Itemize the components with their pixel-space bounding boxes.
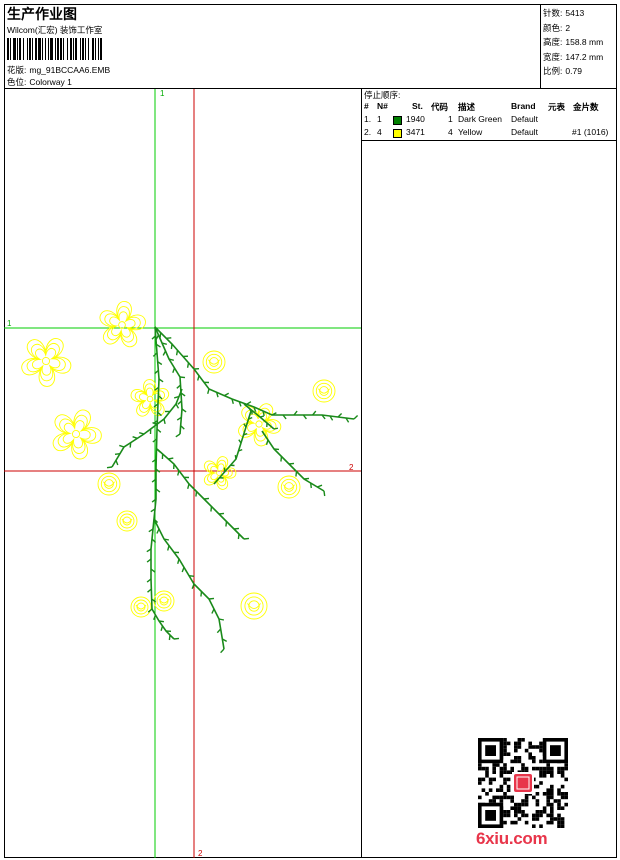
stem-branch <box>156 448 250 540</box>
row-desc: Yellow <box>458 127 483 137</box>
bud-icon <box>312 379 336 403</box>
stat-scale-value: 0.79 <box>565 66 582 77</box>
design-file-value: mg_91BCCAA6.EMB <box>29 65 111 75</box>
flower-icon <box>52 409 102 460</box>
stats-box: 针数: 5413 颜色: 2 高度: 158.8 mm 宽度: 147.2 mm 比例:… <box>541 4 617 89</box>
bud-icon <box>97 472 121 496</box>
row-n: 4 <box>377 127 382 137</box>
studio-name: Wilcom(汇宏) 装饰工作室 <box>7 25 103 35</box>
site-watermark: 6xiu.com <box>476 829 548 848</box>
barcode <box>7 38 102 60</box>
bud-icon <box>202 350 226 374</box>
col-header-unit: 元表 <box>548 102 566 112</box>
bud-icon <box>277 475 301 499</box>
row-brand: Default <box>511 127 538 137</box>
row-code: 1940 <box>406 114 425 124</box>
stat-height: 高度: 158.8 mm <box>543 35 603 50</box>
stat-scale: 比例: 0.79 <box>543 64 603 79</box>
stat-stitches: 针数: 5413 <box>543 6 603 21</box>
col-header-spangle: 金片数 <box>573 102 599 112</box>
stat-height-value: 158.8 mm <box>565 37 604 48</box>
flower-icon <box>21 338 72 387</box>
stop-sequence-panel: 停止顺序: # N# St. 代码 描述 Brand 元表 金片数 1. 1 1… <box>362 89 617 141</box>
stop-sequence-title: 停止顺序: <box>364 90 401 100</box>
row-n: 1 <box>377 114 382 124</box>
axis-label-right: 2 <box>349 463 354 472</box>
design-file-row: 花版: mg_91BCCAA6.EMB <box>7 64 110 76</box>
stat-scale-label: 比例: <box>543 66 563 77</box>
stem-motifs <box>106 326 359 654</box>
col-header-desc: 描述 <box>458 102 476 112</box>
flower-motifs <box>21 301 336 620</box>
qr-code-icon <box>478 738 568 828</box>
row-desc: Dark Green <box>458 114 502 124</box>
row-num: 1. <box>364 114 372 124</box>
bud-icon <box>153 590 175 612</box>
stat-width: 宽度: 147.2 mm <box>543 50 603 65</box>
colorway-row: 色位: Colorway 1 <box>7 76 72 88</box>
col-header-brand: Brand <box>511 101 536 111</box>
col-header-code: 代码 <box>431 102 449 112</box>
axis-label-left: 1 <box>7 319 12 328</box>
colorway-value: Colorway 1 <box>29 77 72 87</box>
row-spangle: #1 (1016) <box>572 127 609 137</box>
row-code: 3471 <box>406 127 425 137</box>
stat-width-label: 宽度: <box>543 51 563 62</box>
stem-branch <box>154 326 359 423</box>
bud-icon <box>240 592 268 620</box>
col-header-num: # <box>364 101 369 111</box>
stat-height-label: 高度: <box>543 37 563 48</box>
stat-stitches-label: 针数: <box>543 8 563 18</box>
row-st: 4 <box>448 127 453 137</box>
row-num: 2. <box>364 127 372 137</box>
flower-icon <box>99 301 146 347</box>
stat-width-value: 147.2 mm <box>565 51 604 62</box>
stat-colors-label: 颜色: <box>543 22 563 33</box>
stat-colors-value: 2 <box>565 22 571 33</box>
colorway-label: 色位: <box>7 77 27 87</box>
design-file-label: 花版: <box>7 65 27 75</box>
row-st: 1 <box>448 114 453 124</box>
axis-label-top: 1 <box>160 89 165 98</box>
stem-branch <box>151 608 180 641</box>
stat-stitches-value: 5413 <box>565 8 585 18</box>
header-info: 生产作业图 Wilcom(汇宏) 装饰工作室 花版: mg_91BCCAA6.EM… <box>4 4 541 89</box>
axis-label-bottom: 2 <box>198 849 203 858</box>
color-swatch-yellow <box>393 129 402 138</box>
color-swatch-green <box>393 116 402 125</box>
page-title: 生产作业图 <box>7 7 77 23</box>
row-brand: Default <box>511 114 538 124</box>
stem-branch <box>153 518 228 654</box>
bud-icon <box>130 596 152 618</box>
bud-icon <box>116 510 138 532</box>
flower-icon <box>203 456 237 490</box>
stat-colors: 颜色: 2 <box>543 21 603 36</box>
embroidery-design: 1 1 2 2 <box>4 89 361 858</box>
col-header-n: N# <box>377 101 388 111</box>
design-preview: 1 1 2 2 <box>4 89 362 858</box>
col-header-st: St. <box>412 101 423 111</box>
